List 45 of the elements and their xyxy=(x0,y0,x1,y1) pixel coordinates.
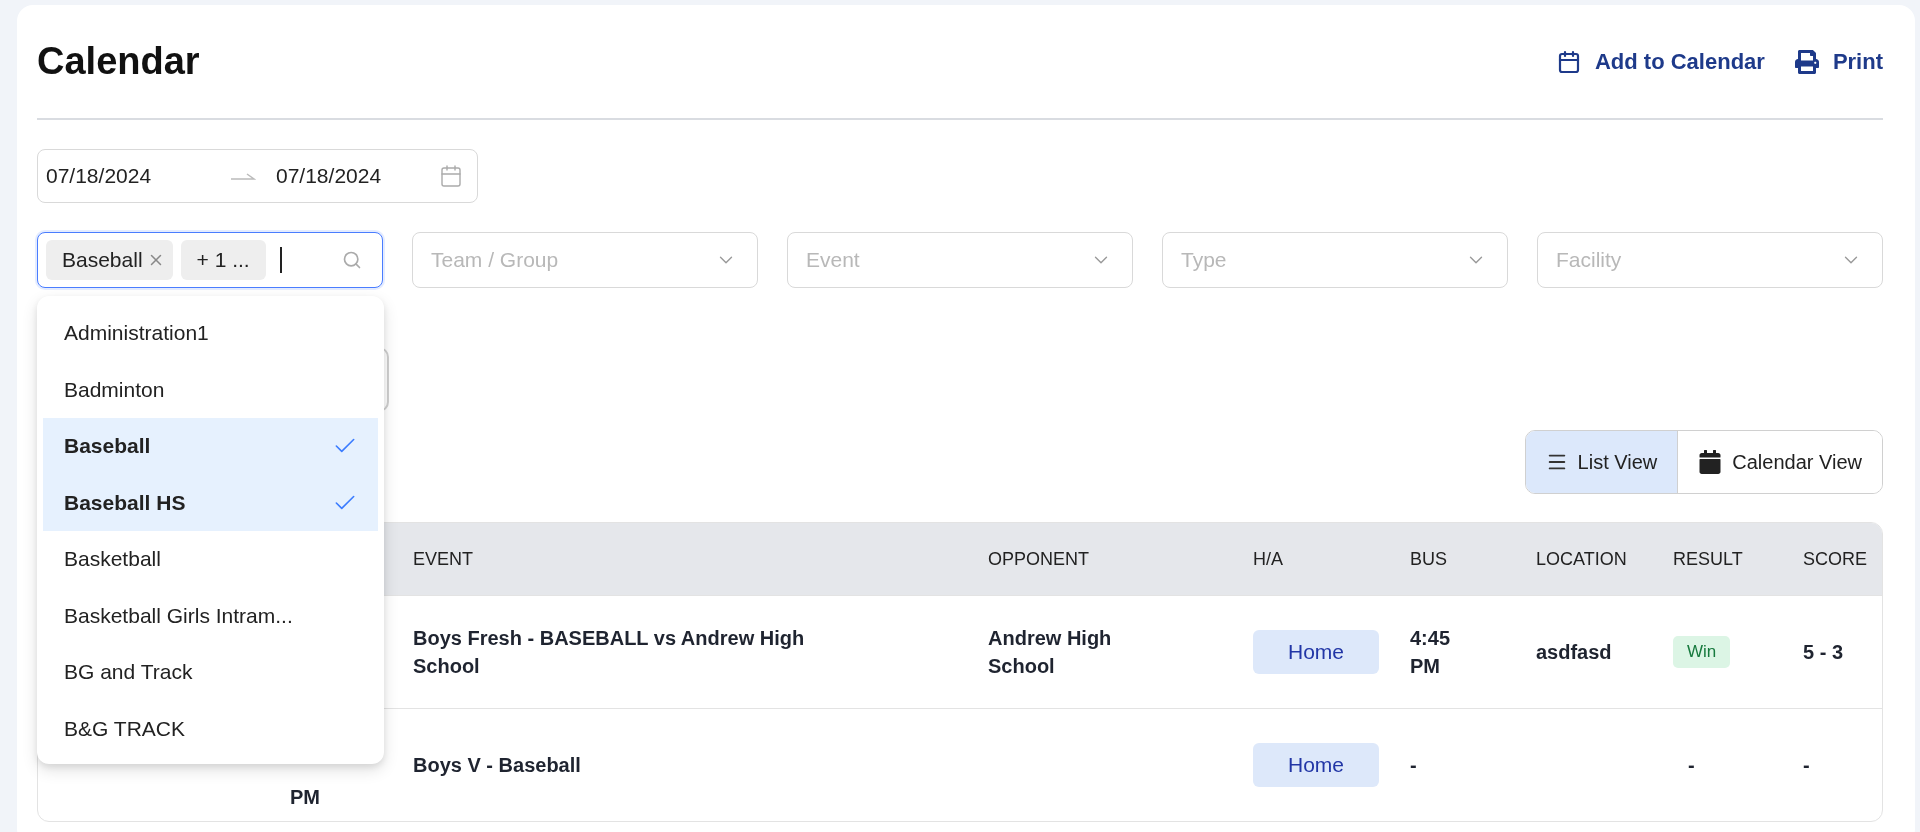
view-toggle-button[interactable]: Calendar View xyxy=(1677,431,1882,493)
table-cell-text: 4:45 PM xyxy=(1410,626,1452,679)
search-icon xyxy=(342,250,362,270)
table-cell-text: PM xyxy=(290,785,320,810)
action-link[interactable]: Print xyxy=(1794,48,1883,75)
dropdown-option[interactable]: Badminton xyxy=(43,361,378,418)
table-cell-text: - xyxy=(1410,753,1417,778)
column-header: OPPONENT xyxy=(988,548,1090,570)
column-header: H/A xyxy=(1253,548,1284,570)
more-tag: + 1 ... xyxy=(180,240,266,280)
dropdown-option[interactable]: Administration1 xyxy=(43,305,378,362)
column-header: LOCATION xyxy=(1536,548,1628,570)
dropdown-option[interactable]: B&G TRACK xyxy=(43,700,378,757)
home-away-badge: Home xyxy=(1253,630,1379,674)
printer-icon xyxy=(1794,49,1819,74)
table-cell-text: Boys Fresh - BASEBALL vs Andrew High School xyxy=(413,626,806,679)
table-cell-text: 5 - 3 xyxy=(1803,640,1844,665)
table-cell-text: Andrew High School xyxy=(988,626,1113,679)
table-cell-text: asdfasd xyxy=(1536,640,1612,665)
calendar-icon xyxy=(1556,49,1581,74)
dropdown-option[interactable]: Basketball Girls Intram... xyxy=(43,587,378,644)
tag-label: Baseball xyxy=(62,248,143,272)
date-range-field[interactable]: 07/18/2024 07/18/2024 xyxy=(37,149,478,203)
column-header: BUS xyxy=(1410,548,1448,570)
page-title: Calendar xyxy=(37,40,200,83)
column-header: RESULT xyxy=(1673,548,1744,570)
start-date[interactable]: 07/18/2024 xyxy=(46,164,196,188)
action-link[interactable]: Add to Calendar xyxy=(1556,48,1765,75)
table-cell-text: - xyxy=(1687,753,1695,778)
sport-select[interactable]: Baseball + 1 ... xyxy=(37,232,383,288)
calendar-icon xyxy=(439,164,463,188)
table-cell-text: - xyxy=(1803,753,1810,778)
calendar-icon xyxy=(1698,450,1723,474)
view-toggle-button[interactable]: List View xyxy=(1525,431,1678,493)
column-header: SCORE xyxy=(1803,548,1868,570)
column-header: EVENT xyxy=(413,548,474,570)
text-cursor xyxy=(279,247,282,273)
home-away-badge: Home xyxy=(1253,743,1379,787)
dropdown-option[interactable]: BG and Track xyxy=(43,644,378,701)
dropdown-option[interactable]: Basketball xyxy=(43,531,378,588)
result-badge: Win xyxy=(1673,636,1731,668)
dropdown-option[interactable]: Baseball HS xyxy=(43,474,378,531)
dropdown-option[interactable]: Baseball xyxy=(43,418,378,475)
table-cell-text: Boys V - Baseball xyxy=(413,753,581,778)
end-date[interactable]: 07/18/2024 xyxy=(276,164,426,188)
